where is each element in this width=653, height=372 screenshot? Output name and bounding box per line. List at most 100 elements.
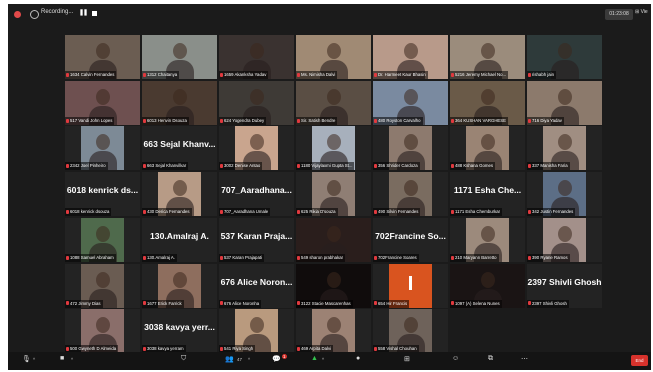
participant-tile[interactable]: 3002 Denise Antao xyxy=(219,126,294,171)
video-camera-icon[interactable]: ■ xyxy=(60,355,64,362)
end-meeting-button[interactable]: End xyxy=(631,355,648,366)
participant-tile[interactable]: 624 Yogendra Dubey xyxy=(219,80,294,125)
share-screen-icon[interactable]: ▲ xyxy=(311,355,318,362)
participant-tile[interactable]: 6018 kenrick ds... 6018 kenrick dsouza xyxy=(65,172,140,217)
participant-tile[interactable]: 558 Vishal Chouhan xyxy=(373,309,448,354)
participant-name-label: 1180 Vijaylaxmi Gupta St... xyxy=(296,162,355,171)
person-silhouette xyxy=(326,225,341,242)
pause-recording-button[interactable]: ❚❚ xyxy=(79,9,88,16)
participant-tile[interactable]: 390 Ryane Ramos xyxy=(527,217,602,262)
view-button[interactable]: ⊞ Vie xyxy=(635,9,648,15)
participant-tile[interactable]: 549 sharon prabhakar xyxy=(296,217,371,262)
muted-mic-icon xyxy=(66,72,69,77)
participant-tile[interactable]: 3122 Stacie Mascarenhas xyxy=(296,263,371,308)
person-silhouette xyxy=(403,317,418,334)
participant-tile[interactable]: 517 Vandi John Lopes xyxy=(65,80,140,125)
participant-name-label: 654 Hir Francis xyxy=(373,299,410,308)
participant-tile[interactable]: 625 Rikia D'souza xyxy=(296,172,371,217)
participant-name-text: 6018 kenrick dsouza xyxy=(70,209,110,215)
participant-tile[interactable]: 469 Arpita Dalvi xyxy=(296,309,371,354)
participant-name-label: 2342 Joel Pinheiro xyxy=(65,162,108,171)
person-silhouette xyxy=(249,134,264,151)
more-options-icon[interactable]: ⋯ xyxy=(521,355,528,363)
participant-display-name: 663 Sejal Khanv... xyxy=(143,139,216,150)
participant-tile[interactable]: 1097 (A) Selena Nunes xyxy=(450,263,525,308)
chat-icon[interactable]: 💬 xyxy=(272,355,281,363)
breakout-rooms-icon[interactable]: ⊞ xyxy=(404,355,410,363)
participant-tile[interactable]: 716 Diya Yadav xyxy=(527,80,602,125)
participant-tile[interactable]: Sir. Satish Bendre xyxy=(296,80,371,125)
participant-name-label: 1088 Samuel Abraham xyxy=(65,253,116,262)
participant-tile[interactable]: Ms. Nimisha Dalvi xyxy=(296,35,371,79)
video-options-chevron-icon[interactable]: ^ xyxy=(71,357,73,362)
participant-tile[interactable]: 654 Hir Francis xyxy=(373,263,448,308)
participant-tile[interactable]: 1171 Esha Che... 1171 Esha Chemburkar xyxy=(450,172,525,217)
participant-tile[interactable]: rishabh jain xyxy=(527,35,602,79)
participant-tile[interactable]: 1180 Vijaylaxmi Gupta St... xyxy=(296,126,371,171)
participant-name-text: Ms. Nimisha Dalvi xyxy=(301,72,336,77)
muted-mic-icon xyxy=(143,164,146,169)
participant-tile[interactable]: 356 Shrider Cardoza xyxy=(373,126,448,171)
participant-name-label: 707_Aaradhana Umale xyxy=(219,208,271,217)
person-silhouette xyxy=(480,88,495,105)
participant-tile[interactable]: 1659 Akanksha Yadav xyxy=(219,35,294,79)
participant-name-text: 549 sharon prabhakar xyxy=(301,254,344,260)
participant-tile[interactable]: 1677 Erick Farrick xyxy=(142,263,217,308)
audio-options-chevron-icon[interactable]: ^ xyxy=(33,357,35,362)
participant-tile[interactable]: 541 Riya Singh xyxy=(219,309,294,354)
person-silhouette xyxy=(403,43,418,59)
participant-tile[interactable]: 6013 Henvin Dsouza xyxy=(142,80,217,125)
meeting-toolbar: 🎙 ^ ■ ^ ⛉ 👥 47 ^ 💬 1 ▲ ^ ● ⊞ ☺ ⧉ ⋯ End xyxy=(8,352,651,370)
reactions-icon[interactable]: ☺ xyxy=(452,355,459,362)
security-shield-icon[interactable]: ⛉ xyxy=(181,355,186,363)
person-silhouette xyxy=(480,225,495,242)
participant-name-text: 1097 (A) Selena Nunes xyxy=(455,300,500,306)
apps-icon[interactable]: ⧉ xyxy=(488,355,493,363)
record-icon[interactable]: ● xyxy=(356,355,360,362)
person-silhouette xyxy=(172,43,187,59)
participant-tile[interactable]: 430 Derica Fernandes xyxy=(142,172,217,217)
participant-tile[interactable]: 5216 Jeremy Michael No... xyxy=(450,35,525,79)
participant-name-text: 654 Hir Francis xyxy=(378,300,408,306)
participant-tile[interactable]: 2342 Joel Pinheiro xyxy=(65,126,140,171)
participant-name-label: Ms. Nimisha Dalvi xyxy=(296,71,338,79)
participant-tile[interactable]: 490 Silvin Fernandes xyxy=(373,172,448,217)
participant-tile[interactable]: 364 KUSHAN VARGHESE xyxy=(450,80,525,125)
participant-tile[interactable]: 472 Jimmy Dias xyxy=(65,263,140,308)
muted-mic-icon xyxy=(297,72,300,77)
participant-name-text: 337 Manisha Faria xyxy=(532,163,568,169)
participant-tile[interactable]: 500 Gwyneth D Almeida xyxy=(65,309,140,354)
participant-name-label: 472 Jimmy Dias xyxy=(65,299,103,308)
participant-tile[interactable]: 3038 kavya yerr... 3038 kavya yerram xyxy=(142,309,217,354)
person-silhouette xyxy=(249,317,264,334)
participant-name-text: 2342 Joel Pinheiro xyxy=(70,163,106,169)
share-screen-chevron-icon[interactable]: ^ xyxy=(322,357,324,362)
participant-tile[interactable]: 676 Alice Noron... 676 Alice Noronha xyxy=(219,263,294,308)
participant-tile[interactable]: 663 Sejal Khanv... 663 Sejal Khanvilkar xyxy=(142,126,217,171)
participants-icon[interactable]: 👥 xyxy=(225,355,234,363)
participant-tile[interactable]: 1634 Calvin Fernandes xyxy=(65,35,140,79)
participant-tile[interactable]: 2397 Shivli Ghosh 2397 Shivli Ghosh xyxy=(527,263,602,308)
participant-tile[interactable]: Dr. Harmeet Kaur Bhasin xyxy=(373,35,448,79)
participant-tile[interactable]: 1088 Samuel Abraham xyxy=(65,217,140,262)
participant-tile[interactable]: 337 Manisha Faria xyxy=(527,126,602,171)
stop-recording-button[interactable] xyxy=(92,11,97,16)
participant-display-name: 537 Karan Praja... xyxy=(220,230,293,241)
participant-tile[interactable]: 480 Royston Carvalho xyxy=(373,80,448,125)
participant-tile[interactable]: 210 Maryann Barretto xyxy=(450,217,525,262)
participant-name-text: 541 Riya Singh xyxy=(224,346,254,352)
participants-chevron-icon[interactable]: ^ xyxy=(248,357,250,362)
muted-mic-icon xyxy=(528,255,531,260)
participant-tile[interactable]: 537 Karan Praja... 537 Karan Prajapati xyxy=(219,217,294,262)
participant-name-text: 1180 Vijaylaxmi Gupta St... xyxy=(301,163,353,169)
participant-name-text: 2397 Shivli Ghosh xyxy=(532,300,567,306)
participant-tile[interactable]: 702Francine So... 702Francine Soares xyxy=(373,217,448,262)
participant-tile[interactable]: 707_Aaradhana... 707_Aaradhana Umale xyxy=(219,172,294,217)
participant-tile[interactable]: 130.Amalraj A. 130.Amalraj A. xyxy=(142,217,217,262)
participant-name-text: 517 Vandi John Lopes xyxy=(70,117,113,123)
participant-tile[interactable]: 342 Justin Fernandes xyxy=(527,172,602,217)
participant-tile[interactable]: 488 Kshana Gomes xyxy=(450,126,525,171)
participant-tile[interactable]: 1312 Chaitanya xyxy=(142,35,217,79)
participant-name-text: 342 Justin Fernandes xyxy=(532,209,574,215)
microphone-icon[interactable]: 🎙 xyxy=(22,355,31,363)
